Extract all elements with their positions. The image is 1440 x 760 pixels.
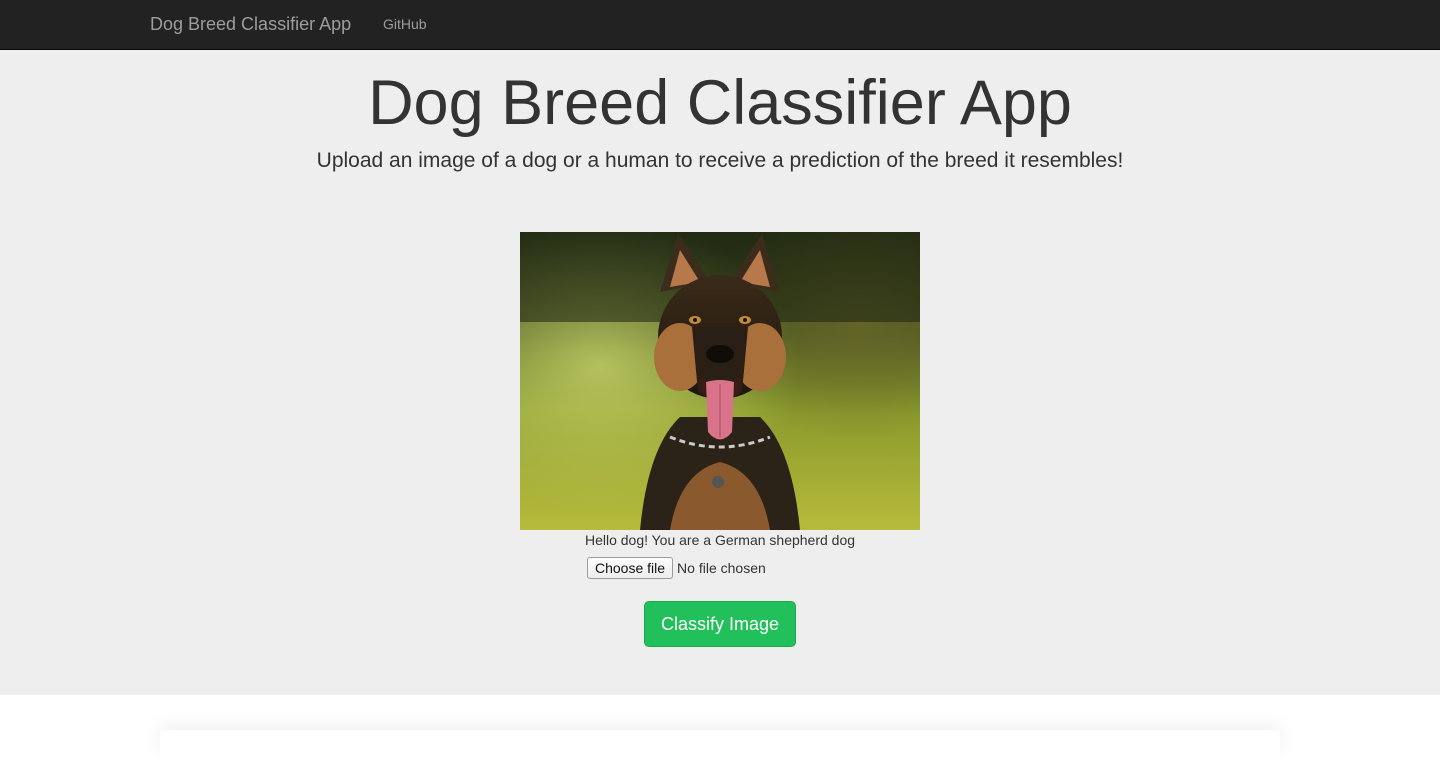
content-panel-shadow — [160, 730, 1280, 760]
classify-image-button[interactable]: Classify Image — [644, 601, 796, 647]
jumbotron: Dog Breed Classifier App Upload an image… — [0, 50, 1440, 695]
dog-image — [520, 232, 920, 530]
page-title: Dog Breed Classifier App — [368, 68, 1072, 138]
page-subtitle: Upload an image of a dog or a human to r… — [316, 149, 1124, 172]
file-status: No file chosen — [677, 560, 766, 576]
nav-link-github[interactable]: GitHub — [383, 15, 427, 33]
navbar-brand-link[interactable]: Dog Breed Classifier App — [150, 13, 351, 35]
choose-file-button[interactable]: Choose file — [587, 557, 674, 579]
file-upload: Choose file No file chosen — [587, 557, 766, 579]
top-navbar: Dog Breed Classifier App GitHub — [0, 0, 1440, 50]
prediction-text: Hello dog! You are a German shepherd dog — [584, 532, 856, 548]
